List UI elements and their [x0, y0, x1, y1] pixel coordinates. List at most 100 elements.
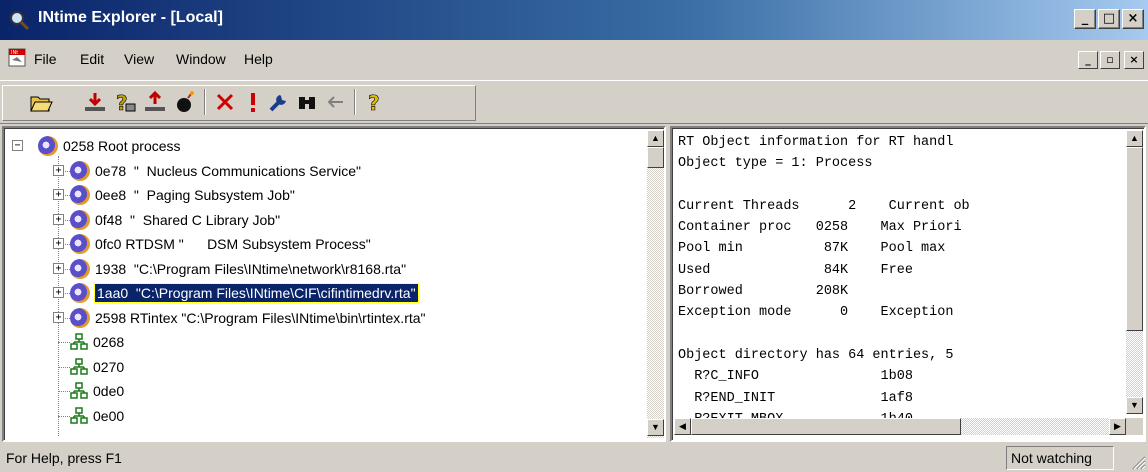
tree-connector — [58, 415, 70, 417]
watch-status-panel: Not watching — [1006, 446, 1114, 470]
object-info-text: RT Object information for RT handl Object… — [678, 132, 970, 430]
app-magnifier-icon[interactable] — [8, 9, 30, 31]
expand-icon[interactable]: + — [53, 311, 64, 323]
info-line: R?END_INIT 1af8 — [678, 390, 913, 406]
wrench-icon[interactable] — [266, 89, 292, 115]
close-button[interactable]: × — [1122, 9, 1144, 29]
maximize-button[interactable]: □ — [1098, 9, 1120, 29]
tree-item-label: 0270 — [93, 358, 125, 375]
info-vertical-scrollbar[interactable]: ▲ ▼ — [1126, 130, 1143, 414]
menu-edit[interactable]: Edit — [80, 51, 104, 67]
scroll-thumb[interactable] — [647, 147, 664, 168]
process-icon — [70, 258, 90, 279]
process-icon — [38, 136, 58, 156]
tree-item-label: 0e78 " Nucleus Communications Service" — [95, 162, 361, 179]
info-scroll-left-button[interactable]: ◀ — [674, 418, 691, 435]
toolbar-separator — [204, 89, 206, 115]
process-icon — [70, 209, 90, 230]
expand-icon[interactable]: + — [53, 238, 64, 249]
info-scroll-up-button[interactable]: ▲ — [1126, 130, 1143, 147]
info-line: Current Threads 2 Current ob — [678, 198, 970, 214]
tree-process-item[interactable]: +1aa0 "C:\Program Files\INtime\CIF\cifin… — [53, 281, 419, 305]
tree-item-label: 1938 "C:\Program Files\INtime\network\r8… — [95, 260, 407, 277]
info-scroll-thumb[interactable] — [1126, 147, 1143, 331]
menu-file[interactable]: File — [34, 51, 57, 67]
window-title: INtime Explorer - [Local] — [38, 9, 223, 26]
resize-grip-icon[interactable] — [1130, 454, 1146, 470]
tree-thread-item[interactable]: 0268 — [70, 330, 124, 354]
tree-item-label: 0e00 — [93, 407, 125, 424]
process-tree-pane[interactable]: − 0258 Root process +0e78 " Nucleus Commun… — [2, 126, 666, 442]
process-icon — [70, 283, 90, 303]
child-minimize-button[interactable]: _ — [1078, 51, 1098, 69]
status-bar: For Help, press F1 Not watching — [0, 444, 1148, 472]
info-line: Pool min 87K Pool max — [678, 241, 946, 257]
help-icon[interactable]: ? — [362, 89, 388, 115]
info-line: RT Object information for RT handl — [678, 135, 954, 150]
bomb-icon[interactable] — [172, 89, 198, 115]
tree-process-item[interactable]: +2598 RTintex "C:\Program Files\INtime\b… — [53, 306, 426, 330]
toolbar-band — [2, 85, 476, 121]
info-horizontal-scrollbar[interactable]: ◀ ▶ — [674, 418, 1126, 435]
tree-item-label: 0de0 — [93, 383, 125, 399]
tree-connector — [58, 391, 70, 392]
expand-icon[interactable]: + — [53, 287, 64, 298]
tree-process-item[interactable]: +1938 "C:\Program Files\INtime\network\r… — [53, 257, 407, 281]
expand-icon[interactable]: + — [53, 213, 64, 225]
tree-item-label: 0258 Root process — [63, 138, 181, 154]
info-scroll-down-button[interactable]: ▼ — [1126, 397, 1143, 414]
svg-text:INt: INt — [11, 50, 18, 56]
menu-bar: INt File Edit View Window Help _ ▫ × — [0, 40, 1148, 80]
menu-window[interactable]: Window — [176, 51, 226, 67]
tree-connector — [58, 366, 70, 368]
tree-process-item[interactable]: +0e78 " Nucleus Communications Service" — [53, 159, 361, 183]
collapse-icon[interactable]: − — [12, 140, 23, 151]
unload-icon[interactable] — [142, 89, 168, 115]
scroll-down-button[interactable]: ▼ — [647, 419, 664, 436]
thread-icon — [70, 333, 88, 350]
tree-item-label: 2598 RTintex "C:\Program Files\INtime\bi… — [95, 309, 426, 326]
tree-item-label: 0fc0 RTDSM " DSM Subsystem Process" — [95, 236, 371, 252]
document-system-menu-icon[interactable]: INt — [8, 48, 28, 68]
menu-view[interactable]: View — [124, 51, 154, 67]
scroll-corner — [1126, 418, 1143, 435]
help-query-icon[interactable]: ? — [112, 89, 138, 115]
load-icon[interactable] — [82, 89, 108, 115]
thread-icon — [70, 406, 88, 424]
binoculars-icon[interactable] — [294, 89, 320, 115]
tree-thread-item[interactable]: 0270 — [70, 355, 124, 379]
thread-icon — [70, 382, 88, 399]
tree-thread-item[interactable]: 0e00 — [70, 404, 124, 428]
expand-icon[interactable]: + — [53, 189, 64, 200]
open-icon[interactable] — [28, 89, 54, 115]
info-line: Object directory has 64 entries, 5 — [678, 347, 954, 363]
tree-root-item[interactable]: − 0258 Root process — [12, 134, 181, 158]
info-line — [678, 175, 970, 196]
tree-item-label: 0f48 " Shared C Library Job" — [95, 211, 281, 228]
info-scroll-right-button[interactable]: ▶ — [1109, 418, 1126, 435]
alert-icon[interactable] — [240, 89, 266, 115]
expand-icon[interactable]: + — [53, 262, 64, 274]
info-hscroll-thumb[interactable] — [691, 418, 961, 435]
minimize-button[interactable]: _ — [1074, 9, 1096, 29]
tree-process-item[interactable]: +0ee8 " Paging Subsystem Job" — [53, 183, 295, 207]
menu-help[interactable]: Help — [244, 51, 273, 67]
expand-icon[interactable]: + — [53, 164, 64, 176]
tree-thread-item[interactable]: 0de0 — [70, 379, 124, 403]
delete-icon[interactable] — [212, 89, 238, 115]
child-close-button[interactable]: × — [1124, 51, 1144, 69]
scroll-up-button[interactable]: ▲ — [647, 130, 664, 147]
tree-vertical-scrollbar[interactable]: ▲ ▼ — [647, 130, 664, 438]
info-line: Borrowed 208K — [678, 284, 849, 300]
process-icon — [70, 185, 90, 205]
tree-process-item[interactable]: +0f48 " Shared C Library Job" — [53, 208, 281, 232]
object-info-pane[interactable]: RT Object information for RT handl Object… — [670, 126, 1146, 442]
info-line: Container proc 0258 Max Priori — [678, 220, 962, 236]
tree-item-label: 0ee8 " Paging Subsystem Job" — [95, 187, 295, 203]
info-line: Exception mode 0 Exception — [678, 305, 954, 321]
tree-connector — [58, 342, 70, 343]
child-restore-button[interactable]: ▫ — [1100, 51, 1120, 69]
back-arrow-icon[interactable] — [322, 89, 348, 115]
info-line: R?C_INFO 1b08 — [678, 369, 913, 385]
tree-process-item[interactable]: +0fc0 RTDSM " DSM Subsystem Process" — [53, 232, 371, 256]
